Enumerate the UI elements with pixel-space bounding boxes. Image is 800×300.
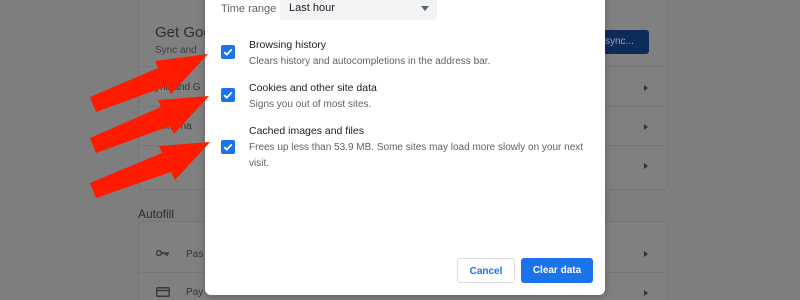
check-icon (223, 91, 233, 99)
chevron-right-icon (644, 290, 648, 296)
option-description: Frees up less than 53.9 MB. Some sites m… (249, 142, 584, 169)
key-icon (155, 248, 170, 260)
sync-card-subtitle: Sync and (155, 45, 197, 56)
chevron-right-icon (644, 124, 648, 130)
option-title: Cookies and other site data (249, 82, 377, 94)
check-icon (223, 143, 233, 151)
option-description: Clears history and autocompletions in th… (249, 56, 491, 67)
cached-images-checkbox[interactable] (221, 140, 235, 154)
browsing-history-checkbox[interactable] (221, 45, 235, 59)
time-range-value: Last hour (289, 2, 335, 14)
chevron-right-icon (644, 163, 648, 169)
check-icon (223, 48, 233, 56)
passwords-row: Pas (186, 249, 204, 260)
import-bookmarks-row: rt boo (155, 160, 181, 171)
option-title: Cached images and files (249, 125, 364, 137)
time-range-select[interactable]: Last hour (280, 0, 437, 20)
sync-services-row: ync and G (155, 82, 201, 93)
cookies-checkbox[interactable] (221, 88, 235, 102)
option-description: Signs you out of most sites. (249, 99, 372, 110)
chrome-name-row: rome na (155, 121, 192, 132)
clear-browsing-data-dialog: Time range Last hour Browsing history Cl… (205, 0, 605, 295)
clear-data-button[interactable]: Clear data (521, 258, 593, 283)
chevron-right-icon (644, 85, 648, 91)
chevron-down-icon (421, 6, 429, 11)
cancel-button[interactable]: Cancel (457, 258, 515, 283)
card-icon (156, 287, 170, 300)
chevron-right-icon (644, 251, 648, 257)
autofill-heading: Autofill (138, 207, 175, 221)
sync-card-heading: Get Goo (155, 24, 205, 41)
time-range-label: Time range (221, 3, 277, 15)
payment-methods-row: Pay (186, 287, 204, 298)
option-title: Browsing history (249, 39, 327, 51)
